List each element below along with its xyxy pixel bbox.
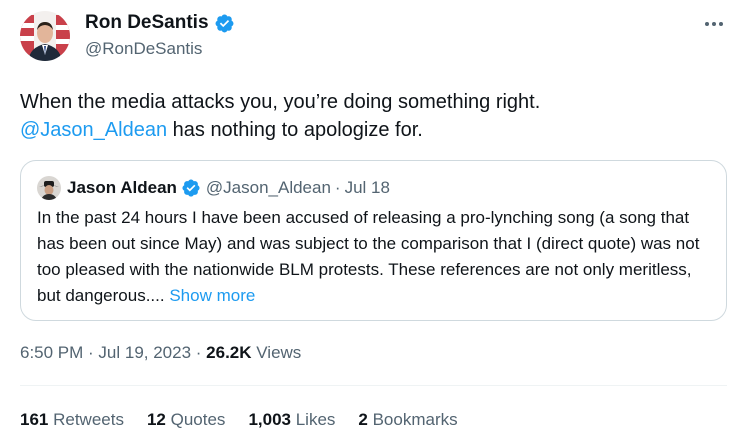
author-avatar[interactable] (20, 11, 70, 61)
meta-separator: · (83, 343, 99, 362)
tweet-stats: 161 Retweets 12 Quotes 1,003 Likes 2 Boo… (20, 409, 481, 431)
likes-label: Likes (290, 410, 336, 429)
tweet-text: When the media attacks you, you’re doing… (20, 88, 720, 144)
quoted-date[interactable]: Jul 18 (345, 177, 390, 199)
more-options-icon[interactable] (701, 14, 727, 34)
author-handle[interactable]: @RonDeSantis (85, 38, 202, 60)
verified-badge-icon (215, 14, 233, 32)
tweet: Ron DeSantis @RonDeSantis When the media… (0, 0, 735, 443)
author-name-row: Ron DeSantis (85, 11, 235, 35)
bookmarks-count: 2 (358, 410, 368, 429)
quoted-avatar[interactable] (37, 176, 61, 200)
quotes-stat[interactable]: 12 Quotes (147, 409, 225, 431)
verified-badge-icon (182, 179, 200, 197)
views-label: Views (251, 343, 302, 362)
quoted-display-name[interactable]: Jason Aldean (67, 177, 177, 199)
tweet-time[interactable]: 6:50 PM (20, 343, 83, 362)
quotes-label: Quotes (165, 410, 226, 429)
retweets-label: Retweets (48, 410, 124, 429)
tweet-text-line1: When the media attacks you, you’re doing… (20, 91, 541, 113)
bookmarks-label: Bookmarks (367, 410, 458, 429)
tweet-text-line2: has nothing to apologize for. (167, 119, 423, 141)
quoted-text: In the past 24 hours I have been accused… (37, 205, 717, 309)
bookmarks-stat[interactable]: 2 Bookmarks (358, 409, 457, 431)
tweet-meta: 6:50 PM · Jul 19, 2023 · 26.2K Views (20, 342, 301, 364)
retweets-count: 161 (20, 410, 49, 429)
retweets-stat[interactable]: 161 Retweets (20, 409, 124, 431)
views-count: 26.2K (206, 343, 252, 362)
quotes-count: 12 (146, 410, 166, 429)
meta-separator: · (191, 343, 207, 362)
show-more-link[interactable]: Show more (169, 286, 255, 305)
quoted-tweet[interactable]: Jason Aldean @Jason_Aldean · Jul 18 In t… (20, 160, 727, 321)
quoted-header: Jason Aldean @Jason_Aldean · Jul 18 (67, 177, 390, 199)
author-display-name[interactable]: Ron DeSantis (85, 11, 209, 35)
tweet-date[interactable]: Jul 19, 2023 (98, 343, 191, 362)
divider (20, 385, 727, 386)
quoted-body: In the past 24 hours I have been accused… (37, 208, 700, 305)
mention-link[interactable]: @Jason_Aldean (20, 119, 167, 141)
quoted-handle[interactable]: @Jason_Aldean (206, 177, 331, 199)
likes-count: 1,003 (248, 410, 291, 429)
quoted-separator: · (334, 178, 341, 197)
likes-stat[interactable]: 1,003 Likes (248, 409, 335, 431)
